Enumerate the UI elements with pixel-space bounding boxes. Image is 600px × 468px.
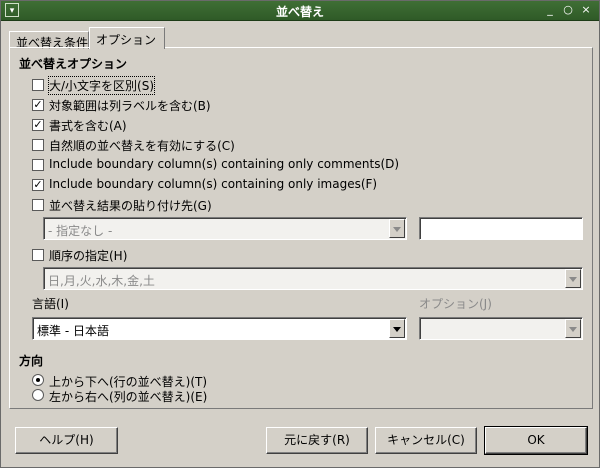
- chevron-down-icon: [569, 327, 577, 332]
- ok-button[interactable]: OK: [484, 426, 588, 455]
- checkbox-box[interactable]: [32, 159, 44, 171]
- minimize-icon[interactable]: _: [543, 3, 557, 17]
- dropdown-value: - 指定なし -: [48, 224, 113, 238]
- close-icon[interactable]: ×: [579, 3, 593, 17]
- dropdown-value: 日,月,火,水,木,金,土: [48, 274, 155, 288]
- language-options-label: オプション(J): [419, 297, 492, 311]
- direction-heading: 方向: [19, 354, 44, 368]
- dropdown-button[interactable]: [389, 219, 405, 238]
- options-panel: 並べ替えオプション 大/小文字を区別(S) ✓ 対象範囲は列ラベルを含む(B) …: [9, 47, 593, 409]
- chevron-down-icon: [569, 277, 577, 282]
- copy-results-input[interactable]: [419, 217, 583, 240]
- checkbox-label: Include boundary column(s) containing on…: [49, 157, 400, 171]
- sort-options-heading: 並べ替えオプション: [19, 57, 128, 71]
- chevron-down-icon: [393, 227, 401, 232]
- dropdown-button[interactable]: [565, 319, 581, 338]
- sort-dialog: ▾ 並べ替え _ ○ × 並べ替え条件 オプション 並べ替えオプション 大/小文…: [0, 0, 600, 468]
- language-label: 言語(I): [32, 297, 69, 311]
- radio-button[interactable]: [32, 389, 44, 401]
- window-title: 並べ替え: [275, 5, 324, 19]
- checkbox-box[interactable]: ✓: [32, 99, 44, 111]
- copy-results-dropdown[interactable]: - 指定なし -: [43, 217, 407, 240]
- checkbox-box[interactable]: [32, 139, 44, 151]
- maximize-icon[interactable]: ○: [561, 3, 575, 17]
- title-bar[interactable]: ▾ 並べ替え _ ○ ×: [1, 1, 599, 21]
- chevron-down-icon: [393, 327, 401, 332]
- reset-button[interactable]: 元に戻す(R): [266, 427, 368, 454]
- help-button[interactable]: ヘルプ(H): [15, 427, 118, 454]
- radio-label: 左から右へ(列の並べ替え)(E): [49, 390, 208, 404]
- cancel-button[interactable]: キャンセル(C): [375, 427, 477, 454]
- checkbox-label: Include boundary column(s) containing on…: [49, 177, 378, 191]
- language-dropdown[interactable]: 標準 - 日本語: [32, 317, 407, 340]
- checkbox-box[interactable]: [32, 79, 44, 91]
- dropdown-button[interactable]: [389, 319, 405, 338]
- checkbox-box[interactable]: ✓: [32, 119, 44, 131]
- checkbox-label: 対象範囲は列ラベルを含む(B): [49, 99, 211, 113]
- checkbox-box[interactable]: [32, 199, 44, 211]
- checkbox-label: 並べ替え結果の貼り付け先(G): [49, 199, 212, 213]
- checkbox-label: 書式を含む(A): [49, 119, 127, 133]
- checkbox-label: 順序の指定(H): [49, 249, 128, 263]
- dropdown-value: 標準 - 日本語: [37, 324, 109, 338]
- custom-sort-order-dropdown[interactable]: 日,月,火,水,木,金,土: [43, 267, 583, 290]
- checkbox-box[interactable]: [32, 249, 44, 261]
- tab-options[interactable]: オプション: [89, 27, 165, 49]
- dropdown-button[interactable]: [565, 269, 581, 288]
- checkbox-label: 自然順の並べ替えを有効にする(C): [49, 139, 235, 153]
- language-options-dropdown[interactable]: [419, 317, 583, 340]
- radio-button[interactable]: [32, 374, 44, 386]
- checkbox-box[interactable]: ✓: [32, 179, 44, 191]
- checkbox-label: 大/小文字を区別(S): [47, 76, 156, 95]
